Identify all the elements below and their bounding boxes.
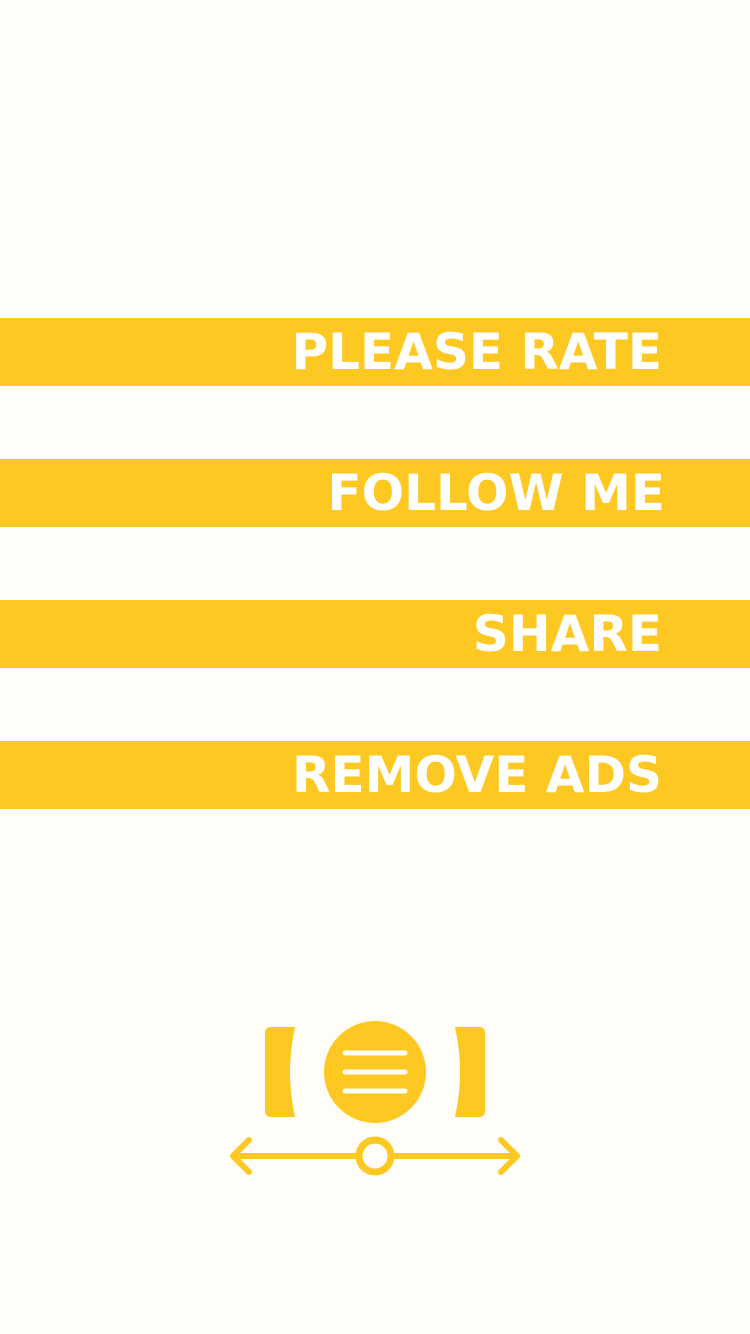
menu-slider-logo-icon — [225, 1018, 525, 1183]
slider-knob-icon — [355, 1136, 395, 1176]
share-label: SHARE — [472, 605, 662, 663]
follow-me-button[interactable]: FOLLOW ME — [0, 459, 750, 527]
right-bracket-icon — [455, 1027, 485, 1117]
please-rate-label: PLEASE RATE — [291, 323, 662, 381]
remove-ads-label: REMOVE ADS — [291, 746, 662, 804]
share-button[interactable]: SHARE — [0, 600, 750, 668]
remove-ads-button[interactable]: REMOVE ADS — [0, 741, 750, 809]
follow-me-label: FOLLOW ME — [327, 464, 665, 522]
left-bracket-icon — [265, 1027, 295, 1117]
please-rate-button[interactable]: PLEASE RATE — [0, 318, 750, 386]
